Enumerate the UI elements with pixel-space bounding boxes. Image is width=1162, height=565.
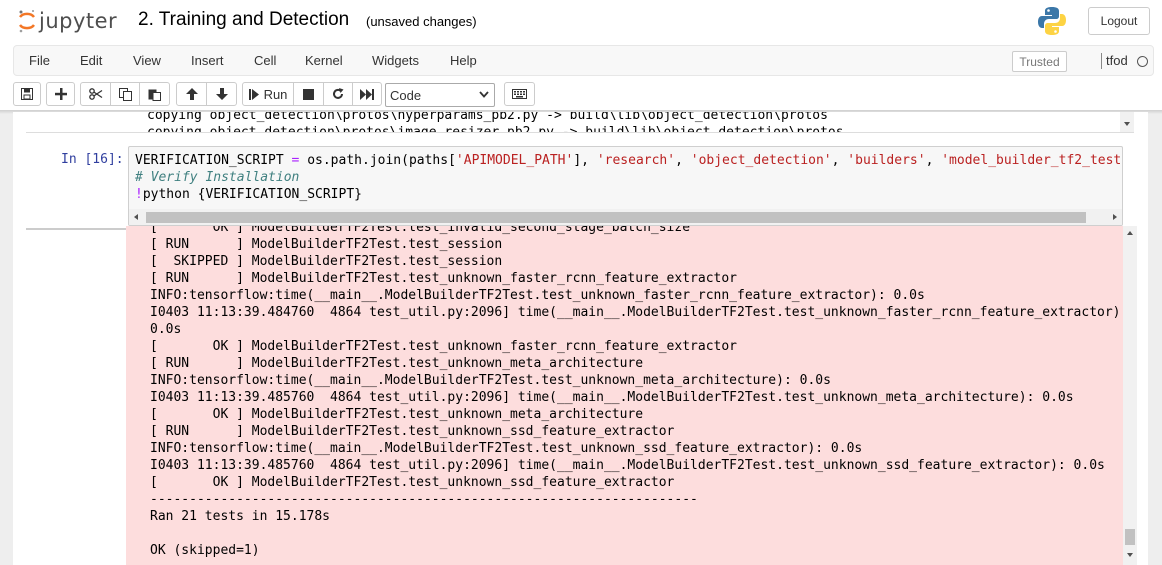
step-forward-icon bbox=[248, 88, 259, 100]
arrow-down-icon bbox=[215, 88, 228, 100]
code-token: ! bbox=[135, 187, 143, 202]
scroll-left-arrow-icon bbox=[134, 214, 138, 220]
kernel-separator bbox=[1101, 53, 1102, 69]
menu-bar: File Edit View Insert Cell Kernel Widget… bbox=[13, 45, 1154, 76]
menu-insert[interactable]: Insert bbox=[191, 53, 224, 68]
menu-help[interactable]: Help bbox=[450, 53, 477, 68]
menu-view[interactable]: View bbox=[133, 53, 161, 68]
previous-output-text: copying object_detection\protos\hyperpar… bbox=[147, 112, 844, 133]
restart-button[interactable] bbox=[323, 82, 353, 106]
menu-kernel[interactable]: Kernel bbox=[305, 53, 343, 68]
run-label: Run bbox=[263, 86, 288, 102]
code-editor[interactable]: VERIFICATION_SCRIPT = os.path.join(paths… bbox=[128, 146, 1123, 226]
jupyter-orbit-icon bbox=[18, 10, 36, 33]
cut-button[interactable] bbox=[80, 82, 111, 106]
output-vertical-scrollbar[interactable] bbox=[1123, 226, 1137, 565]
code-token: , bbox=[831, 153, 848, 168]
kernel-idle-indicator-icon bbox=[1137, 56, 1148, 67]
menu-cell[interactable]: Cell bbox=[254, 53, 276, 68]
notebook-container: copying object_detection\protos\hyperpar… bbox=[13, 112, 1148, 565]
copy-button[interactable] bbox=[110, 82, 140, 106]
python-logo-icon bbox=[1038, 7, 1066, 35]
stop-icon bbox=[303, 88, 314, 100]
cell-type-select[interactable]: Code bbox=[385, 83, 495, 107]
trusted-indicator[interactable]: Trusted bbox=[1012, 51, 1067, 72]
copy-icon bbox=[118, 87, 132, 101]
stderr-output-text: [ OK ] ModelBuilderTF2Test.test_invalid_… bbox=[150, 226, 1123, 558]
jupyter-logo-text: jupyter bbox=[39, 9, 118, 33]
previous-output-scrollbar[interactable] bbox=[1120, 112, 1134, 132]
code-horizontal-scrollbar[interactable] bbox=[129, 209, 1122, 225]
scrollbar-thumb[interactable] bbox=[1125, 529, 1135, 545]
scroll-down-arrow-icon bbox=[1127, 553, 1133, 557]
command-palette-button[interactable] bbox=[504, 82, 535, 106]
keyboard-icon bbox=[512, 89, 527, 99]
output-prompt-edge bbox=[26, 228, 126, 230]
code-comment: # Verify Installation bbox=[135, 170, 300, 185]
menu-edit[interactable]: Edit bbox=[80, 53, 102, 68]
menu-widgets[interactable]: Widgets bbox=[372, 53, 419, 68]
insert-cell-button[interactable] bbox=[46, 82, 75, 106]
input-prompt: In [16]: bbox=[61, 152, 124, 167]
code-token: , bbox=[925, 153, 942, 168]
fast-forward-icon bbox=[360, 88, 374, 100]
code-content[interactable]: VERIFICATION_SCRIPT = os.path.join(paths… bbox=[135, 152, 1122, 203]
code-token: 'research' bbox=[596, 153, 676, 168]
move-down-button[interactable] bbox=[206, 82, 237, 106]
move-up-button[interactable] bbox=[176, 82, 207, 106]
code-token: = bbox=[283, 153, 308, 168]
scissors-icon bbox=[88, 88, 102, 100]
plus-icon bbox=[54, 88, 67, 100]
code-token: 'builders' bbox=[847, 153, 926, 168]
paste-icon bbox=[148, 89, 161, 101]
arrow-up-icon bbox=[185, 88, 198, 100]
restart-run-all-button[interactable] bbox=[352, 82, 382, 106]
jupyter-logo[interactable]: jupyter bbox=[18, 6, 117, 36]
run-button[interactable]: Run bbox=[242, 82, 294, 106]
scroll-right-arrow-icon bbox=[1113, 214, 1117, 220]
kernel-name[interactable]: tfod bbox=[1106, 53, 1128, 68]
notebook-title[interactable]: 2. Training and Detection bbox=[138, 9, 349, 31]
code-token: ], bbox=[573, 153, 597, 168]
scroll-down-arrow-icon bbox=[1124, 122, 1130, 126]
code-token: 'APIMODEL_PATH' bbox=[455, 153, 574, 168]
stderr-output[interactable]: [ OK ] ModelBuilderTF2Test.test_invalid_… bbox=[29, 226, 1123, 565]
interrupt-button[interactable] bbox=[293, 82, 324, 106]
code-token: 'model_builder_tf2_test.py' bbox=[941, 153, 1122, 168]
menu-file[interactable]: File bbox=[29, 53, 50, 68]
code-token: os.path.join(paths[ bbox=[307, 153, 456, 168]
scrollbar-thumb[interactable] bbox=[146, 212, 1086, 223]
save-button[interactable] bbox=[13, 82, 41, 106]
chevron-down-icon bbox=[479, 91, 489, 98]
notebook-header: jupyter 2. Training and Detection (unsav… bbox=[0, 0, 1162, 112]
logout-button[interactable]: Logout bbox=[1088, 7, 1150, 35]
cell-type-value: Code bbox=[390, 87, 422, 103]
restart-icon bbox=[333, 88, 344, 99]
previous-cell-output[interactable]: copying object_detection\protos\hyperpar… bbox=[26, 112, 1134, 133]
paste-button[interactable] bbox=[139, 82, 170, 106]
code-token: , bbox=[675, 153, 691, 168]
code-token: python {VERIFICATION_SCRIPT} bbox=[142, 187, 362, 202]
cell-output: [ OK ] ModelBuilderTF2Test.test_invalid_… bbox=[26, 226, 1137, 565]
code-token: 'object_detection' bbox=[690, 153, 832, 168]
code-token: VERIFICATION_SCRIPT bbox=[135, 153, 284, 168]
save-status: (unsaved changes) bbox=[366, 14, 477, 29]
floppy-disk-icon bbox=[21, 88, 33, 100]
scroll-up-arrow-icon bbox=[1127, 231, 1133, 235]
output-collapse-area[interactable] bbox=[26, 226, 126, 565]
